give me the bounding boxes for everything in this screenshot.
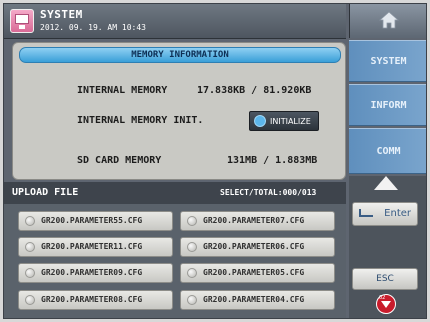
return-arrow-icon — [359, 209, 373, 217]
radio-icon — [25, 295, 35, 305]
scroll-down-button[interactable]: 02 — [374, 294, 398, 314]
tab-inform[interactable]: INFORM — [349, 84, 426, 126]
enter-button[interactable]: Enter — [352, 202, 418, 226]
upload-file-title: UPLOAD FILE — [12, 187, 79, 198]
file-name: GR200.PARAMETER08.CFG — [41, 295, 143, 304]
enter-button-label: Enter — [384, 208, 411, 219]
file-name: GR200.PARAMETER55.CFG — [41, 216, 143, 225]
file-name: GR200.PARAMETER07.CFG — [203, 216, 305, 225]
header-bar: SYSTEM 2012. 09. 19. AM 10:43 — [4, 4, 346, 39]
radio-icon — [25, 268, 35, 278]
tab-comm[interactable]: COMM — [349, 128, 426, 174]
page-number: 02 — [379, 295, 386, 301]
datetime-display: 2012. 09. 19. AM 10:43 — [40, 23, 146, 32]
file-name: GR200.PARAMETER05.CFG — [203, 268, 305, 277]
file-item[interactable]: GR200.PARAMETER09.CFG — [18, 263, 173, 283]
memory-init-label: INTERNAL MEMORY INIT. — [77, 115, 204, 126]
memory-info-panel: MEMORY INFORMATION INTERNAL MEMORY 17.83… — [12, 42, 346, 180]
internal-memory-label: INTERNAL MEMORY — [77, 85, 168, 96]
radio-icon — [187, 216, 197, 226]
file-name: GR200.PARAMETER11.CFG — [41, 242, 143, 251]
esc-button[interactable]: ESC — [352, 268, 418, 290]
sd-card-label: SD CARD MEMORY — [77, 155, 162, 166]
radio-icon — [187, 242, 197, 252]
file-item[interactable]: GR200.PARAMETER08.CFG — [18, 290, 173, 310]
page-title: SYSTEM — [40, 8, 83, 21]
radio-icon — [25, 216, 35, 226]
radio-icon — [187, 295, 197, 305]
tab-system[interactable]: SYSTEM — [349, 40, 426, 82]
internal-memory-value: 17.838KB / 81.920KB — [197, 85, 312, 96]
file-name: GR200.PARAMETER09.CFG — [41, 268, 143, 277]
file-list: GR200.PARAMETER55.CFG GR200.PARAMETER07.… — [4, 204, 346, 318]
radio-icon — [187, 268, 197, 278]
file-name: GR200.PARAMETER06.CFG — [203, 242, 305, 251]
memory-section-title: MEMORY INFORMATION — [19, 47, 341, 63]
file-item[interactable]: GR200.PARAMETER07.CFG — [180, 211, 335, 231]
home-icon — [379, 11, 399, 29]
home-button[interactable] — [349, 4, 426, 38]
select-total-count: SELECT/TOTAL:000/013 — [220, 188, 317, 197]
initialize-button-label: INITIALIZE — [270, 117, 311, 126]
file-name: GR200.PARAMETER04.CFG — [203, 295, 305, 304]
upload-file-header: UPLOAD FILE SELECT/TOTAL:000/013 — [4, 182, 346, 204]
refresh-icon — [254, 115, 266, 127]
sd-card-value: 131MB / 1.883MB — [227, 155, 318, 166]
file-item[interactable]: GR200.PARAMETER06.CFG — [180, 237, 335, 257]
initialize-button[interactable]: INITIALIZE — [249, 111, 319, 131]
radio-icon — [25, 242, 35, 252]
file-item[interactable]: GR200.PARAMETER55.CFG — [18, 211, 173, 231]
file-item[interactable]: GR200.PARAMETER04.CFG — [180, 290, 335, 310]
file-item[interactable]: GR200.PARAMETER05.CFG — [180, 263, 335, 283]
scroll-up-button[interactable] — [374, 176, 398, 190]
system-monitor-icon — [10, 9, 34, 33]
file-item[interactable]: GR200.PARAMETER11.CFG — [18, 237, 173, 257]
